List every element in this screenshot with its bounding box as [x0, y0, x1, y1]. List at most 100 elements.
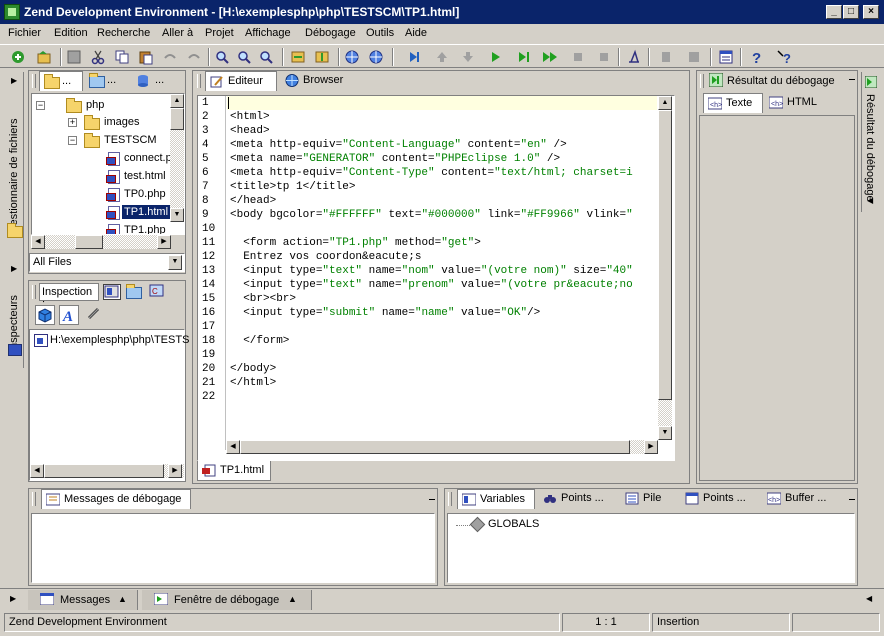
tab-projects[interactable]: ...: [85, 71, 131, 91]
scroll-left-button[interactable]: ◀: [30, 464, 44, 478]
redo-icon[interactable]: [186, 49, 202, 65]
title-bar[interactable]: Zend Development Environment - [H:\exemp…: [0, 0, 884, 24]
analyzer-icon[interactable]: [626, 49, 642, 65]
code-editor[interactable]: 1 2 3 4 5 6 7 8 9 10 11 12 13 14 15 16 17 18 19 20 21 22 <htm…: [197, 95, 675, 461]
code-line[interactable]: </head>: [230, 194, 658, 208]
stop-icon[interactable]: [570, 49, 586, 65]
collapse-arrow-icon[interactable]: ▶: [11, 264, 17, 273]
tab-browser[interactable]: Browser: [281, 71, 351, 91]
link-icon[interactable]: [85, 305, 105, 325]
run-icon[interactable]: [488, 49, 504, 65]
tab-editeur[interactable]: Editeur: [205, 71, 277, 91]
menu-debogage[interactable]: Débogage: [305, 27, 356, 39]
code-line[interactable]: <input type="text" name="nom" value="(vo…: [230, 264, 658, 278]
scissors-icon[interactable]: [90, 49, 106, 65]
chevron-up-icon[interactable]: ▲: [288, 594, 297, 604]
code-line[interactable]: <html>: [230, 110, 658, 124]
code-line[interactable]: <form action="TP1.php" method="get">: [230, 236, 658, 250]
collapse-arrow-icon[interactable]: ◀: [867, 196, 873, 205]
code-line[interactable]: <meta http-equiv="Content-Type" content=…: [230, 166, 658, 180]
menu-aide[interactable]: Aide: [405, 27, 427, 39]
scroll-left-button[interactable]: ◀: [226, 440, 240, 454]
inspectors-vtab[interactable]: Inspecteurs: [8, 282, 20, 352]
find-icon[interactable]: [214, 49, 230, 65]
code-line[interactable]: </form>: [230, 334, 658, 348]
code-line[interactable]: </body>: [230, 362, 658, 376]
code-line[interactable]: <input type="text" name="prenom" value="…: [230, 278, 658, 292]
scroll-up-button[interactable]: ▲: [170, 94, 184, 108]
close-button[interactable]: ×: [863, 5, 879, 19]
scroll-right-button[interactable]: ▶: [168, 464, 182, 478]
code-line[interactable]: [230, 222, 658, 236]
menu-fichier[interactable]: Fichier: [8, 27, 41, 39]
code-line[interactable]: <meta http-equiv="Content-Language" cont…: [230, 138, 658, 152]
commit-icon[interactable]: [686, 49, 702, 65]
paste-icon[interactable]: [138, 49, 154, 65]
scroll-thumb[interactable]: [658, 110, 672, 400]
font-a-icon[interactable]: A: [59, 305, 79, 325]
open-file-icon[interactable]: [36, 49, 52, 65]
file-manager-vtab[interactable]: Gestionnaire de fichiers: [8, 94, 20, 234]
variables-item-globals[interactable]: GLOBALS: [488, 518, 539, 530]
panel-minimize-icon[interactable]: [429, 499, 435, 500]
tab-files[interactable]: ...: [39, 71, 83, 91]
maximize-button[interactable]: □: [843, 5, 859, 19]
collapse-arrow-icon[interactable]: ◀: [866, 594, 872, 603]
collapse-arrow-icon[interactable]: ▶: [10, 594, 16, 603]
tab-stack[interactable]: Pile: [621, 489, 681, 509]
menu-projet[interactable]: Projet: [205, 27, 234, 39]
minimize-button[interactable]: _: [826, 5, 842, 19]
scroll-left-button[interactable]: ◀: [31, 235, 45, 249]
file-filter-select[interactable]: All Files ▼: [29, 253, 185, 272]
undo-icon[interactable]: [162, 49, 178, 65]
step-down-icon[interactable]: [460, 49, 476, 65]
menu-recherche[interactable]: Recherche: [97, 27, 150, 39]
scroll-thumb[interactable]: [240, 440, 630, 454]
code-line[interactable]: <input type="submit" name="name" value="…: [230, 306, 658, 320]
code-line[interactable]: <body bgcolor="#FFFFFF" text="#000000" l…: [230, 208, 658, 222]
scroll-down-button[interactable]: ▼: [658, 426, 672, 440]
customize-icon[interactable]: [718, 49, 734, 65]
code-line[interactable]: [230, 96, 658, 110]
code-line[interactable]: [230, 348, 658, 362]
code-line[interactable]: Entrez vos coordon&eacute;s: [230, 250, 658, 264]
code-line[interactable]: <br><br>: [230, 292, 658, 306]
bottom-tab-debug-window[interactable]: Fenêtre de débogage ▲: [142, 590, 312, 610]
code-line[interactable]: <title>tp 1</title>: [230, 180, 658, 194]
file-tab-tp1-html[interactable]: TP1.html: [197, 461, 271, 481]
scroll-down-button[interactable]: ▼: [170, 208, 184, 222]
step-up-icon[interactable]: [434, 49, 450, 65]
scroll-thumb[interactable]: [75, 235, 103, 249]
tab-variables[interactable]: Variables: [457, 489, 535, 509]
bottom-tab-messages[interactable]: Messages ▲: [28, 590, 138, 610]
inspector-tab-icon[interactable]: [103, 284, 121, 300]
code-line[interactable]: </html>: [230, 376, 658, 390]
code-line[interactable]: <meta name="GENERATOR" content="PHPEclip…: [230, 152, 658, 166]
chevron-up-icon[interactable]: ▲: [118, 594, 127, 604]
folder-tab-icon[interactable]: [125, 284, 143, 300]
scroll-right-button[interactable]: ▶: [157, 235, 171, 249]
run-to-cursor-icon[interactable]: [516, 49, 532, 65]
code-line[interactable]: [230, 320, 658, 334]
new-file-icon[interactable]: [10, 49, 26, 65]
fast-forward-icon[interactable]: [542, 49, 558, 65]
debug-result-vtab[interactable]: Résultat du débogage: [864, 94, 876, 202]
code-line[interactable]: [230, 390, 658, 404]
menu-aller-a[interactable]: Aller à: [162, 27, 193, 39]
tab-database[interactable]: ...: [133, 71, 185, 91]
tab-watch-points[interactable]: Points ...: [681, 489, 761, 509]
cube-icon[interactable]: [35, 305, 55, 325]
scroll-thumb[interactable]: [44, 464, 164, 478]
pause-icon[interactable]: [596, 49, 612, 65]
context-help-icon[interactable]: ?: [776, 49, 792, 66]
cvs-icon[interactable]: [658, 49, 674, 65]
find-in-files-icon[interactable]: [236, 49, 252, 65]
go-debug-icon[interactable]: [406, 49, 422, 65]
tab-debug-messages[interactable]: Messages de débogage: [41, 489, 191, 509]
collapse-arrow-icon[interactable]: ▶: [11, 76, 17, 85]
menu-affichage[interactable]: Affichage: [245, 27, 291, 39]
inspection-path[interactable]: H:\exemplesphp\php\TESTS: [50, 334, 189, 346]
panel-minimize-icon[interactable]: [849, 499, 855, 500]
tab-output-buffer[interactable]: <h> Buffer ...: [763, 489, 845, 509]
help-icon[interactable]: ?: [748, 49, 764, 67]
